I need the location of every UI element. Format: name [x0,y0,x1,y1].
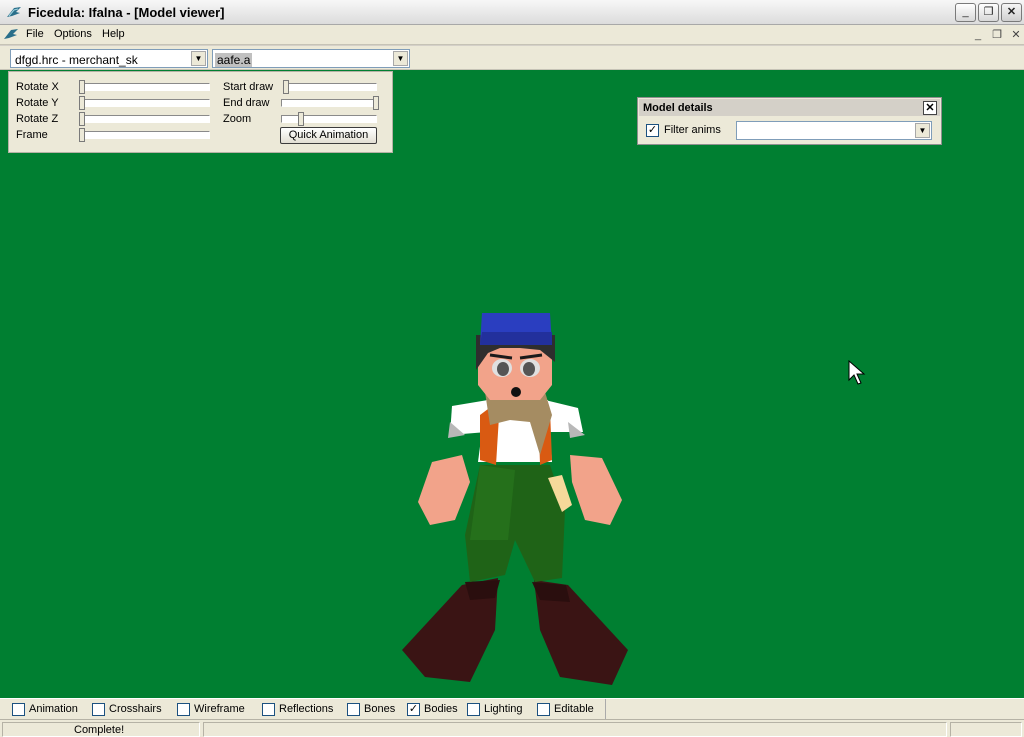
bodies-option-label: Bodies [424,703,458,715]
animation-option-label: Animation [29,703,78,715]
filter-anims-dropdown[interactable]: ▼ [736,121,932,140]
character-model [402,313,628,685]
display-options-bar: Animation Crosshairs Wireframe Reflectio… [0,698,1024,719]
lighting-option-label: Lighting [484,703,523,715]
rotate-x-label: Rotate X [16,81,59,93]
reflections-checkbox[interactable] [262,703,275,716]
end-draw-label: End draw [223,97,270,109]
menu-help[interactable]: Help [102,28,125,40]
bird-icon [4,29,18,39]
bird-icon [7,7,21,17]
menu-file[interactable]: File [26,28,44,40]
start-draw-slider[interactable] [287,83,377,91]
minimize-icon: _ [974,29,982,41]
rotate-x-slider[interactable] [82,83,210,91]
model-selector-bar: dfgd.hrc - merchant_sk ▼ aafe.a ▼ [0,46,1024,70]
rotate-y-slider[interactable] [82,99,210,107]
bones-option-label: Bones [364,703,396,715]
animation-combo-value: aafe.a [215,53,253,67]
chevron-down-icon[interactable]: ▼ [393,51,408,66]
mouse-cursor-icon [848,360,866,385]
close-icon: ✕ [1006,6,1017,18]
rotate-z-label: Rotate Z [16,113,59,125]
menu-options[interactable]: Options [54,28,92,40]
model-viewport[interactable] [0,70,1024,698]
model-details-title: Model details [643,102,713,114]
status-panel-middle [203,722,947,737]
view-controls-panel: Rotate X Rotate Y Rotate Z Frame Start d… [8,71,393,153]
child-close-button[interactable]: ✕ [1008,28,1024,42]
model-details-header: Model details ✕ [639,99,940,116]
window-title: Ficedula: Ifalna - [Model viewer] [28,5,225,20]
chevron-down-icon[interactable]: ▼ [191,51,206,66]
frame-label: Frame [16,129,48,141]
rotate-z-slider[interactable] [82,115,210,123]
restore-icon: ❐ [992,29,1002,41]
zoom-label: Zoom [223,113,252,125]
crosshairs-option-label: Crosshairs [109,703,162,715]
display-options-group: Animation Crosshairs Wireframe Reflectio… [4,699,606,719]
model-combo[interactable]: dfgd.hrc - merchant_sk ▼ [10,49,208,68]
menu-bar: File Options Help _ ❐ ✕ [0,25,1024,45]
model-combo-value: dfgd.hrc - merchant_sk [15,53,138,67]
end-draw-thumb[interactable] [373,96,379,110]
minimize-icon: _ [962,6,969,18]
editable-checkbox[interactable] [537,703,550,716]
close-icon[interactable]: ✕ [923,101,937,115]
close-window-button[interactable]: ✕ [1001,3,1022,22]
filter-anims-label: Filter anims [664,124,721,136]
restore-button[interactable]: ❐ [978,3,999,22]
quick-animation-button[interactable]: Quick Animation [280,127,377,144]
frame-slider[interactable] [82,131,210,139]
title-bar: Ficedula: Ifalna - [Model viewer] _ ❐ ✕ [0,0,1024,25]
rotate-x-thumb[interactable] [79,80,85,94]
close-icon: ✕ [1011,29,1021,41]
wireframe-option-label: Wireframe [194,703,245,715]
child-restore-button[interactable]: ❐ [989,28,1005,42]
wireframe-checkbox[interactable] [177,703,190,716]
lighting-checkbox[interactable] [467,703,480,716]
rotate-z-thumb[interactable] [79,112,85,126]
editable-option-label: Editable [554,703,594,715]
rotate-y-label: Rotate Y [16,97,59,109]
bones-checkbox[interactable] [347,703,360,716]
bodies-checkbox[interactable]: ✓ [407,703,420,716]
frame-thumb[interactable] [79,128,85,142]
status-text: Complete! [74,724,125,736]
status-panel-right [950,722,1022,737]
status-bar: Complete! [0,719,1024,737]
start-draw-thumb[interactable] [283,80,289,94]
start-draw-label: Start draw [223,81,274,93]
model-details-panel: Model details ✕ ✓ Filter anims ▼ [637,97,942,145]
zoom-slider[interactable] [281,115,377,123]
minimize-button[interactable]: _ [955,3,976,22]
restore-icon: ❐ [983,6,994,18]
zoom-thumb[interactable] [298,112,304,126]
end-draw-slider[interactable] [281,99,377,107]
filter-anims-checkbox[interactable]: ✓ [646,124,659,137]
child-minimize-button[interactable]: _ [970,28,986,42]
chevron-down-icon[interactable]: ▼ [915,123,930,138]
rotate-y-thumb[interactable] [79,96,85,110]
crosshairs-checkbox[interactable] [92,703,105,716]
animation-combo[interactable]: aafe.a ▼ [212,49,410,68]
animation-checkbox[interactable] [12,703,25,716]
reflections-option-label: Reflections [279,703,334,715]
